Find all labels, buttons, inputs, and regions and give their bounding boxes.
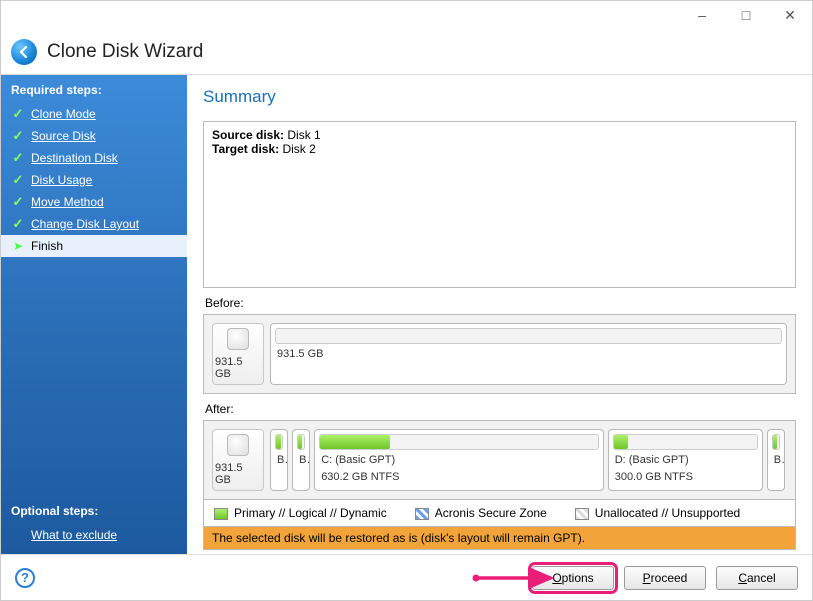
partition-detail: 630.2 GB NTFS (315, 471, 603, 488)
partition-usage-bar (613, 434, 758, 450)
partition-usage-bar (297, 434, 305, 450)
partition-detail: 931.5 GB (271, 348, 786, 365)
before-disk-panel: 931.5 GB 931.5 GB (203, 314, 796, 394)
legend-unalloc-label: Unallocated // Unsupported (595, 506, 740, 520)
sidebar-step-finish[interactable]: ➤ Finish (1, 235, 187, 257)
partition[interactable]: D: (Basic GPT)300.0 GB NTFS (608, 429, 763, 491)
wizard-main: Summary Source disk: Disk 1 Target disk:… (187, 75, 812, 554)
legend-primary-label: Primary // Logical // Dynamic (234, 506, 387, 520)
partition[interactable]: B... (270, 429, 288, 491)
restore-message: The selected disk will be restored as is… (203, 527, 796, 550)
check-icon: ✓ (11, 129, 25, 143)
partition-name: B... (293, 454, 309, 471)
help-icon[interactable]: ? (15, 568, 35, 588)
sidebar-step-label: Clone Mode (31, 107, 96, 121)
close-button[interactable]: ✕ (768, 1, 812, 29)
minimize-button[interactable]: – (680, 1, 724, 29)
partition[interactable]: 931.5 GB (270, 323, 787, 385)
check-icon: ✓ (11, 173, 25, 187)
page-title: Summary (203, 87, 796, 107)
disk-icon: 931.5 GB (212, 323, 264, 385)
hard-disk-icon (227, 328, 249, 350)
options-button[interactable]: Options (532, 566, 614, 590)
disk-icon: 931.5 GB (212, 429, 264, 491)
partition-name: B... (768, 454, 784, 471)
source-disk-label: Source disk: (212, 128, 284, 142)
maximize-button[interactable]: □ (724, 1, 768, 29)
sidebar-step-source-disk[interactable]: ✓ Source Disk (1, 125, 187, 147)
target-disk-label: Target disk: (212, 142, 279, 156)
wizard-title: Clone Disk Wizard (47, 41, 203, 63)
wizard-header: Clone Disk Wizard (1, 29, 812, 75)
sidebar-step-label: Change Disk Layout (31, 217, 139, 231)
partition-name: D: (Basic GPT) (609, 454, 762, 471)
options-button-rest: ptions (562, 571, 594, 585)
check-icon: ✓ (11, 195, 25, 209)
partition-usage-bar (319, 434, 599, 450)
legend-primary-swatch (214, 508, 228, 520)
titlebar: – □ ✕ (1, 1, 812, 29)
optional-step-what-to-exclude[interactable]: What to exclude (1, 524, 187, 554)
after-disk-total: 931.5 GB (215, 462, 261, 486)
legend-zone-label: Acronis Secure Zone (435, 506, 547, 520)
cancel-button[interactable]: Cancel (716, 566, 798, 590)
legend-unalloc-swatch (575, 508, 589, 520)
check-icon: ✓ (11, 107, 25, 121)
legend-zone-swatch (415, 508, 429, 520)
partition[interactable]: C: (Basic GPT)630.2 GB NTFS (314, 429, 604, 491)
sidebar-step-change-disk-layout[interactable]: ✓ Change Disk Layout (1, 213, 187, 235)
check-icon: ✓ (11, 217, 25, 231)
check-icon: ✓ (11, 151, 25, 165)
sidebar-step-destination-disk[interactable]: ✓ Destination Disk (1, 147, 187, 169)
partition-name: B... (271, 454, 287, 471)
hard-disk-icon (227, 434, 249, 456)
sidebar-step-label: Source Disk (31, 129, 96, 143)
partition-usage-bar (275, 328, 782, 344)
sidebar-step-move-method[interactable]: ✓ Move Method (1, 191, 187, 213)
summary-info-box: Source disk: Disk 1 Target disk: Disk 2 (203, 121, 796, 288)
partition-detail: 300.0 GB NTFS (609, 471, 762, 488)
source-disk-value: Disk 1 (287, 128, 320, 142)
required-steps-heading: Required steps: (1, 75, 187, 103)
sidebar-step-label: Destination Disk (31, 151, 118, 165)
back-icon[interactable] (11, 39, 37, 65)
optional-steps-heading: Optional steps: (1, 498, 187, 524)
partition[interactable]: B... (767, 429, 785, 491)
target-disk-value: Disk 2 (282, 142, 315, 156)
partition-usage-bar (275, 434, 283, 450)
partition[interactable]: B... (292, 429, 310, 491)
sidebar-step-disk-usage[interactable]: ✓ Disk Usage (1, 169, 187, 191)
after-label: After: (205, 402, 796, 416)
sidebar-step-label: Finish (31, 239, 63, 253)
after-disk-panel: 931.5 GB B... B... C: (Basic GPT)630.2 GB … (203, 420, 796, 500)
current-step-icon: ➤ (11, 239, 25, 253)
partition-legend: Primary // Logical // Dynamic Acronis Se… (203, 500, 796, 527)
partition-name: C: (Basic GPT) (315, 454, 603, 471)
sidebar-step-label: Move Method (31, 195, 104, 209)
wizard-sidebar: Required steps: ✓Clone Mode✓Source Disk✓… (1, 75, 187, 554)
partition-usage-bar (772, 434, 780, 450)
wizard-footer: ? Options Proceed Cancel (1, 554, 812, 600)
sidebar-step-clone-mode[interactable]: ✓ Clone Mode (1, 103, 187, 125)
proceed-button[interactable]: Proceed (624, 566, 706, 590)
before-disk-total: 931.5 GB (215, 356, 261, 380)
sidebar-step-label: Disk Usage (31, 173, 92, 187)
before-label: Before: (205, 296, 796, 310)
